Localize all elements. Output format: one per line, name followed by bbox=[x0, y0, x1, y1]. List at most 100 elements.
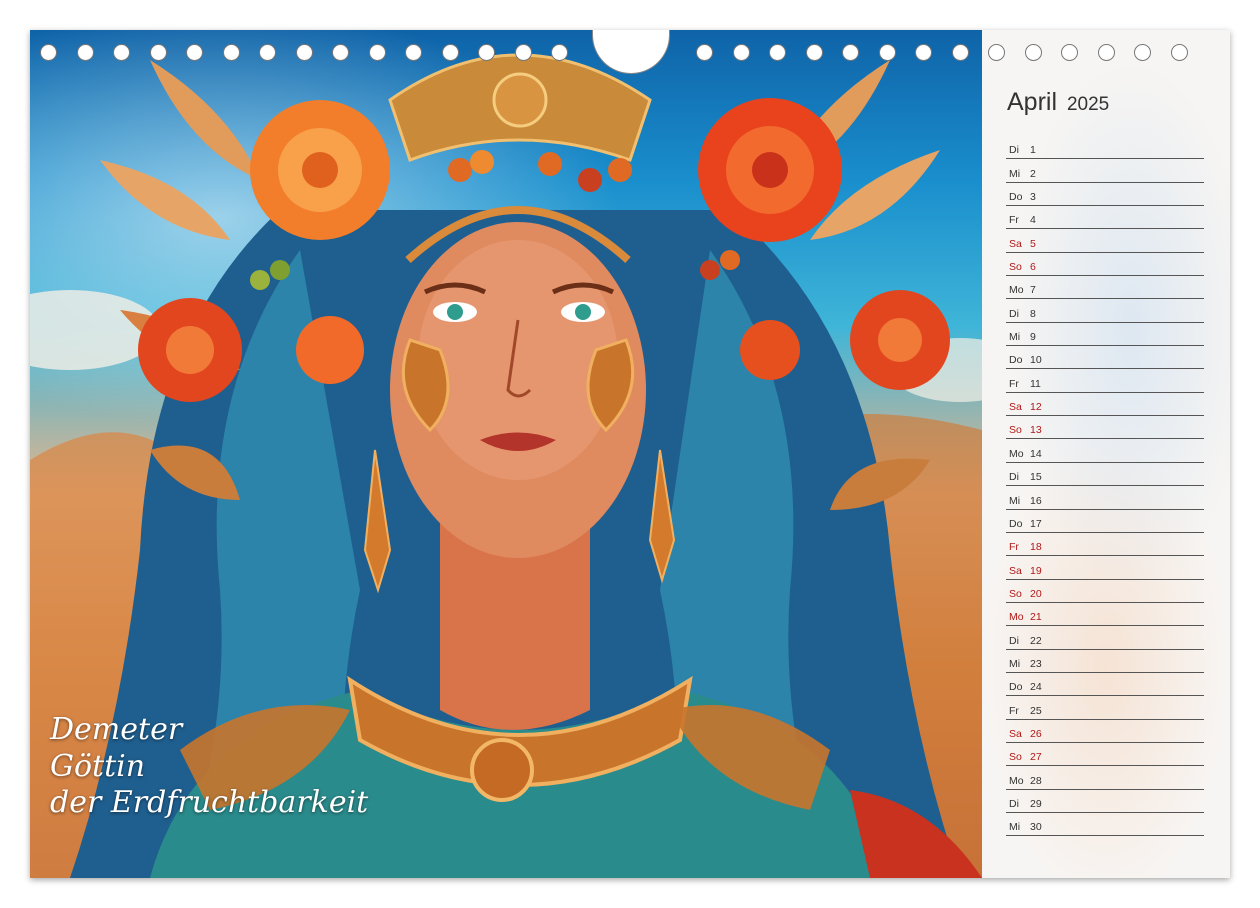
day-weekday: Sa bbox=[1009, 237, 1022, 250]
day-row: Fr 18 bbox=[1006, 533, 1204, 557]
binding-hole bbox=[76, 44, 94, 61]
day-row: Do 17 bbox=[1006, 510, 1204, 533]
day-weekday: Di bbox=[1009, 307, 1019, 320]
day-row: Mi 9 bbox=[1006, 323, 1204, 347]
year: 2025 bbox=[1066, 94, 1110, 115]
day-number: 8 bbox=[1030, 307, 1036, 320]
day-number: 18 bbox=[1030, 541, 1042, 554]
binding-hole bbox=[1097, 44, 1115, 61]
day-weekday: Fr bbox=[1009, 214, 1019, 227]
day-number: 7 bbox=[1030, 284, 1036, 297]
day-weekday: So bbox=[1009, 261, 1022, 274]
binding-hole bbox=[805, 44, 823, 61]
binding-hole bbox=[1061, 44, 1078, 61]
day-weekday: Fr bbox=[1009, 377, 1019, 390]
binding-hole bbox=[988, 44, 1005, 61]
day-row: Sa 26 bbox=[1006, 720, 1204, 743]
day-row: Mi 30 bbox=[1006, 813, 1204, 837]
day-row: Do 3 bbox=[1006, 183, 1204, 207]
day-row: Sa 5 bbox=[1006, 229, 1204, 253]
caption-line-name: Demeter bbox=[50, 712, 183, 747]
month-name: April bbox=[1007, 88, 1058, 116]
day-number: 25 bbox=[1030, 704, 1042, 717]
binding-hole bbox=[478, 44, 495, 61]
day-row: Di 29 bbox=[1006, 790, 1204, 813]
binding-hole bbox=[186, 44, 203, 61]
day-weekday: Sa bbox=[1009, 564, 1022, 577]
day-weekday: Di bbox=[1009, 144, 1019, 157]
day-row: Mo 7 bbox=[1006, 276, 1204, 300]
day-weekday: So bbox=[1009, 424, 1022, 437]
day-row: Fr 11 bbox=[1006, 369, 1204, 393]
binding-hole bbox=[842, 44, 859, 61]
day-number: 28 bbox=[1030, 774, 1042, 787]
day-weekday: Di bbox=[1009, 634, 1019, 647]
binding-hole bbox=[769, 44, 786, 61]
binding-hole bbox=[259, 44, 276, 61]
day-row: Mi 23 bbox=[1006, 650, 1204, 673]
artwork-demeter: Demeter Göttin der Erdfruchtbarkeit bbox=[30, 30, 982, 878]
binding-hole bbox=[295, 44, 313, 61]
binding-hole bbox=[878, 44, 896, 61]
day-number: 13 bbox=[1030, 424, 1042, 437]
day-weekday: Mi bbox=[1009, 657, 1021, 670]
caption-line-domain: der Erdfruchtbarkeit bbox=[50, 785, 369, 821]
month-title: April 2025 bbox=[1007, 88, 1109, 117]
artwork-caption: Demeter Göttin der Erdfruchtbarkeit bbox=[50, 712, 368, 822]
day-number: 21 bbox=[1030, 611, 1042, 624]
day-number: 30 bbox=[1030, 821, 1042, 834]
day-weekday: Do bbox=[1009, 681, 1023, 694]
day-number: 20 bbox=[1030, 587, 1042, 600]
binding-hole bbox=[441, 44, 459, 61]
day-weekday: Do bbox=[1009, 191, 1023, 204]
day-weekday: Mo bbox=[1009, 774, 1024, 787]
day-row: Mo 14 bbox=[1006, 439, 1204, 463]
day-weekday: Sa bbox=[1009, 401, 1022, 414]
binding-hole bbox=[1170, 44, 1188, 61]
day-row: Mi 2 bbox=[1006, 159, 1204, 183]
day-number: 15 bbox=[1030, 471, 1042, 484]
day-row: So 27 bbox=[1006, 743, 1204, 767]
binding-hole bbox=[951, 44, 969, 61]
calendar-page: Demeter Göttin der Erdfruchtbarkeit Apri… bbox=[30, 30, 1230, 878]
day-weekday: Fr bbox=[1009, 704, 1019, 717]
binding-hole bbox=[113, 44, 130, 61]
day-row: Mo 21 bbox=[1006, 603, 1204, 627]
day-number: 22 bbox=[1030, 634, 1042, 647]
binding-hole bbox=[149, 44, 167, 61]
day-weekday: So bbox=[1009, 587, 1022, 600]
day-number: 27 bbox=[1030, 751, 1042, 764]
day-weekday: Di bbox=[1009, 797, 1019, 810]
binding-hole bbox=[405, 44, 422, 61]
day-weekday: Do bbox=[1009, 517, 1023, 530]
binding-hole bbox=[915, 44, 932, 61]
day-number: 19 bbox=[1030, 564, 1042, 577]
day-row: Mi 16 bbox=[1006, 486, 1204, 510]
day-row: So 20 bbox=[1006, 580, 1204, 603]
day-weekday: Mi bbox=[1009, 167, 1021, 180]
day-weekday: Sa bbox=[1009, 727, 1022, 740]
day-number: 4 bbox=[1030, 214, 1036, 227]
binding-hole bbox=[1024, 44, 1042, 61]
day-row: Mo 28 bbox=[1006, 766, 1204, 790]
day-row: Di 15 bbox=[1006, 463, 1204, 487]
day-weekday: Mo bbox=[1009, 447, 1024, 460]
day-row: Di 1 bbox=[1006, 136, 1204, 160]
day-weekday: So bbox=[1009, 751, 1022, 764]
day-number: 12 bbox=[1030, 401, 1042, 414]
caption-line-title: Göttin bbox=[50, 748, 146, 784]
day-weekday: Di bbox=[1009, 471, 1019, 484]
day-row: Di 22 bbox=[1006, 626, 1204, 650]
day-row: Di 8 bbox=[1006, 299, 1204, 323]
calendar-panel: April 2025 Di 1 Mi 2 Do 3 Fr 4 Sa 5 So 6 Mo 7 Di 8 Mi 9 Do… bbox=[982, 30, 1230, 878]
day-number: 3 bbox=[1030, 191, 1036, 204]
day-number: 14 bbox=[1030, 447, 1042, 460]
binding-hole bbox=[1134, 44, 1151, 61]
binding-hole bbox=[514, 44, 532, 61]
binding-hole bbox=[332, 44, 349, 61]
day-number: 10 bbox=[1030, 354, 1042, 367]
day-number: 6 bbox=[1030, 261, 1036, 274]
day-list: Di 1 Mi 2 Do 3 Fr 4 Sa 5 So 6 Mo 7 Di 8 Mi 9 Do 10 Fr 11 Sa 12 S… bbox=[1006, 136, 1204, 837]
day-number: 9 bbox=[1030, 331, 1036, 344]
day-row: Do 10 bbox=[1006, 346, 1204, 370]
